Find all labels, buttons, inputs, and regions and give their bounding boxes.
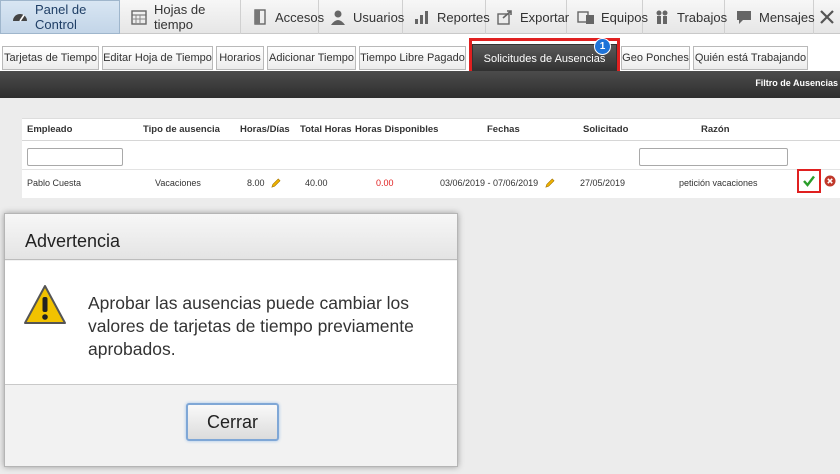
dashboard-icon xyxy=(11,8,29,26)
edit-pencil-icon[interactable] xyxy=(270,178,281,189)
cell-reason: petición vacaciones xyxy=(679,178,758,188)
dialog-body: Aprobar las ausencias puede cambiar los … xyxy=(5,261,457,385)
reason-filter-input[interactable] xyxy=(639,148,788,166)
col-header-solicitado[interactable]: Solicitado xyxy=(583,124,628,135)
nav-panel-de-control[interactable]: Panel de Control xyxy=(0,0,120,34)
door-icon xyxy=(251,8,269,26)
nav-label: Hojas de tiempo xyxy=(154,2,206,32)
col-header-tipo[interactable]: Tipo de ausencia xyxy=(143,124,220,135)
header-divider xyxy=(22,140,840,141)
nav-label: Exportar xyxy=(520,9,570,25)
employee-filter-input[interactable] xyxy=(27,148,123,166)
bar-chart-icon xyxy=(413,8,431,26)
nav-label: Accesos xyxy=(275,9,325,25)
dialog-header: Advertencia xyxy=(5,214,457,260)
nav-reportes[interactable]: Reportes xyxy=(403,0,490,34)
tab-horarios[interactable]: Horarios xyxy=(216,46,264,70)
tab-quien-esta-trabajando[interactable]: Quién está Trabajando xyxy=(693,46,808,70)
approve-button[interactable] xyxy=(797,169,821,193)
col-header-horas-dias[interactable]: Horas/Días xyxy=(240,124,290,135)
col-header-fechas[interactable]: Fechas xyxy=(487,124,520,135)
hours-days-value: 8.00 xyxy=(247,178,265,188)
reject-icon[interactable] xyxy=(824,175,836,187)
tab-tarjetas-de-tiempo[interactable]: Tarjetas de Tiempo xyxy=(2,46,99,70)
cell-dates: 03/06/2019 - 07/06/2019 xyxy=(440,178,555,189)
nav-equipos[interactable]: Equipos xyxy=(567,0,648,34)
toolbar xyxy=(0,71,840,98)
top-nav: Panel de Control Hojas de tiempo Accesos… xyxy=(0,0,840,34)
devices-icon xyxy=(577,8,595,26)
dialog-message: Aprobar las ausencias puede cambiar los … xyxy=(88,293,414,359)
row-divider xyxy=(22,169,840,170)
nav-label: Equipos xyxy=(601,9,648,25)
close-button[interactable]: Cerrar xyxy=(186,403,279,441)
cell-total-hours: 40.00 xyxy=(305,178,328,188)
col-header-horas-disponibles[interactable]: Horas Disponibles xyxy=(355,124,438,135)
cell-type: Vacaciones xyxy=(155,178,201,188)
nav-label: Trabajos xyxy=(677,9,728,25)
nav-usuarios[interactable]: Usuarios xyxy=(319,0,405,34)
user-icon xyxy=(329,8,347,26)
chat-icon xyxy=(735,8,753,26)
cell-available-hours: 0.00 xyxy=(376,178,394,188)
nav-tools[interactable] xyxy=(814,0,840,34)
workers-icon xyxy=(653,8,671,26)
nav-label: Reportes xyxy=(437,9,490,25)
cell-requested: 27/05/2019 xyxy=(580,178,626,188)
calendar-icon xyxy=(130,8,148,26)
nav-label: Usuarios xyxy=(353,9,405,25)
col-header-empleado[interactable]: Empleado xyxy=(27,124,72,135)
warning-icon xyxy=(24,285,66,324)
tools-icon xyxy=(818,8,836,26)
tab-editar-hoja-de-tiempo[interactable]: Editar Hoja de Tiempo xyxy=(102,46,213,70)
dialog-title: Advertencia xyxy=(25,231,121,251)
nav-trabajos[interactable]: Trabajos xyxy=(643,0,728,34)
warning-dialog: Advertencia Aprobar las ausencias puede … xyxy=(4,213,458,467)
tab-adicionar-tiempo[interactable]: Adicionar Tiempo xyxy=(267,46,356,70)
nav-label: Mensajes xyxy=(759,9,815,25)
cell-employee: Pablo Cuesta xyxy=(27,178,82,188)
checkmark-icon xyxy=(803,175,815,187)
export-icon xyxy=(496,8,514,26)
col-header-razon[interactable]: Razón xyxy=(701,124,730,135)
nav-exportar[interactable]: Exportar xyxy=(486,0,570,34)
nav-accesos[interactable]: Accesos xyxy=(241,0,324,34)
col-header-total-horas[interactable]: Total Horas xyxy=(300,124,352,135)
dates-value: 03/06/2019 - 07/06/2019 xyxy=(440,178,539,188)
filter-label[interactable]: Filtro de Ausencias xyxy=(755,78,838,88)
nav-label: Panel de Control xyxy=(35,2,87,32)
nav-hojas-de-tiempo[interactable]: Hojas de tiempo xyxy=(120,0,241,34)
cell-hours-days: 8.00 xyxy=(247,178,281,189)
tab-tiempo-libre-pagado[interactable]: Tiempo Libre Pagado xyxy=(359,46,466,70)
nav-mensajes[interactable]: Mensajes xyxy=(725,0,815,34)
notification-badge: 1 xyxy=(594,38,611,55)
tab-geo-ponches[interactable]: Geo Ponches xyxy=(621,46,690,70)
edit-pencil-icon[interactable] xyxy=(544,178,555,189)
